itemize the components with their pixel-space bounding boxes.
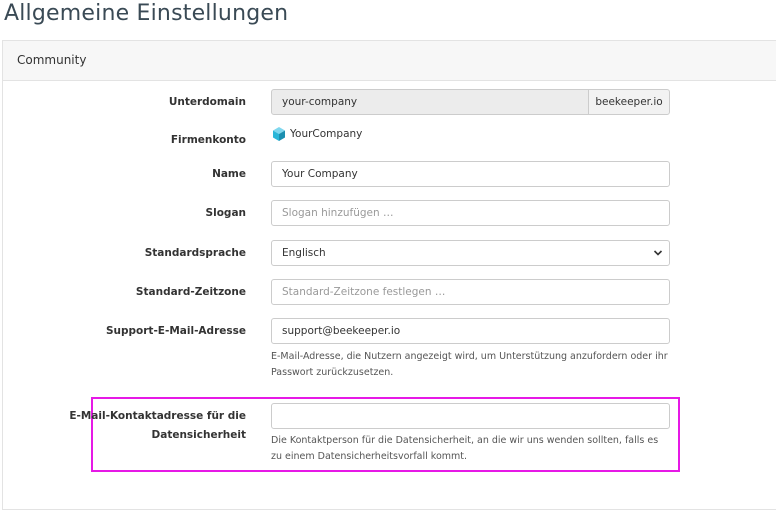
subdomain-suffix: beekeeper.io <box>588 89 670 115</box>
slogan-input[interactable]: Slogan hinzufügen … <box>271 200 670 226</box>
support-email-row: Support-E-Mail-Adresse support@beekeeper… <box>0 318 776 388</box>
privacy-email-help-line2: zu einem Datensicherheitsvorfall kommt. <box>271 451 468 462</box>
subdomain-row: Unterdomain your-company beekeeper.io <box>0 89 776 115</box>
name-row: Name Your Company <box>0 161 776 187</box>
privacy-email-label: E-Mail-Kontaktadresse für die Datensiche… <box>69 407 246 445</box>
support-email-input[interactable]: support@beekeeper.io <box>271 318 670 344</box>
company-account: YourCompany <box>272 126 362 142</box>
language-label: Standardsprache <box>144 247 246 259</box>
language-row: Standardsprache Englisch <box>0 240 776 266</box>
subdomain-input: your-company <box>271 89 589 115</box>
timezone-row: Standard-Zeitzone Standard-Zeitzone fest… <box>0 279 776 305</box>
privacy-email-label-line2: Datensicherheit <box>151 429 246 441</box>
support-email-label: Support-E-Mail-Adresse <box>105 325 246 337</box>
support-email-help: E-Mail-Adresse, die Nutzern angezeigt wi… <box>271 349 681 381</box>
page-title: Allgemeine Einstellungen <box>4 1 289 26</box>
language-select[interactable]: Englisch <box>271 240 670 266</box>
slogan-row: Slogan Slogan hinzufügen … <box>0 200 776 226</box>
privacy-email-input[interactable] <box>271 403 670 429</box>
support-email-help-line2: Passwort zurückzusetzen. <box>271 367 394 378</box>
privacy-email-label-line1: E-Mail-Kontaktadresse für die <box>69 410 246 422</box>
privacy-email-help: Die Kontaktperson für die Datensicherhei… <box>271 433 681 465</box>
slogan-label: Slogan <box>205 207 246 219</box>
privacy-email-help-line1: Die Kontaktperson für die Datensicherhei… <box>271 435 659 446</box>
cube-logo-icon <box>273 127 285 141</box>
language-selected-value: Englisch <box>282 247 326 259</box>
panel-title: Community <box>3 41 776 81</box>
chevron-down-icon <box>653 250 663 256</box>
name-input[interactable]: Your Company <box>271 161 670 187</box>
subdomain-label: Unterdomain <box>168 96 246 108</box>
timezone-input[interactable]: Standard-Zeitzone festlegen … <box>271 279 670 305</box>
company-account-label: Firmenkonto <box>170 134 246 146</box>
privacy-email-row: E-Mail-Kontaktadresse für die Datensiche… <box>0 403 776 469</box>
support-email-help-line1: E-Mail-Adresse, die Nutzern angezeigt wi… <box>271 351 668 362</box>
name-label: Name <box>212 168 246 180</box>
timezone-label: Standard-Zeitzone <box>135 286 246 298</box>
company-account-name: YourCompany <box>290 128 363 140</box>
